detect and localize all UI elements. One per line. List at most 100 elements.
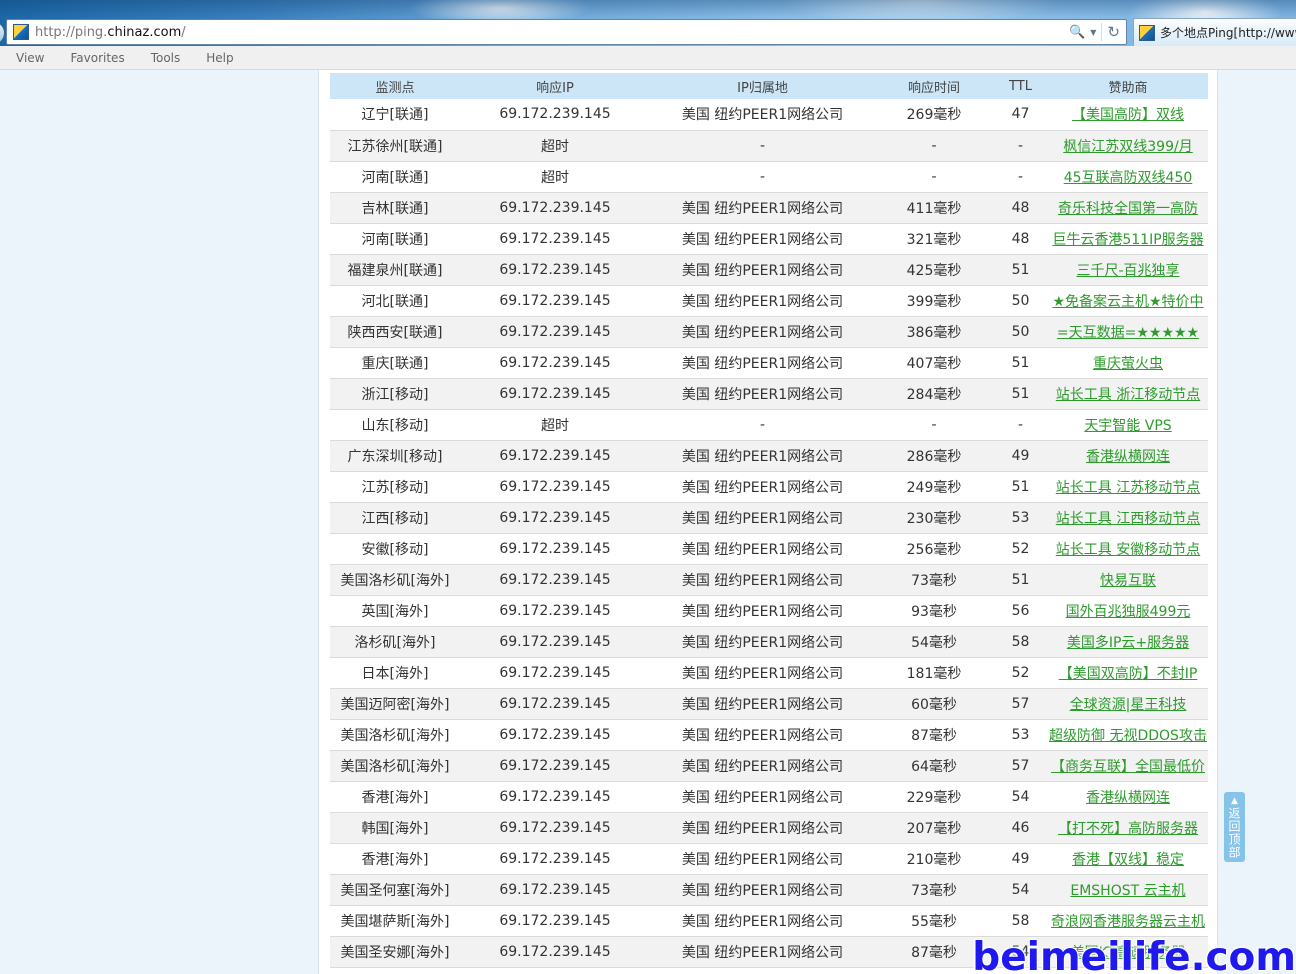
- sponsor-link[interactable]: 【打不死】高防服务器: [1058, 821, 1198, 837]
- site-favicon: [13, 24, 29, 40]
- cell-ttl: 57: [993, 688, 1048, 719]
- cell-response-time: 411毫秒: [875, 192, 993, 223]
- sponsor-link[interactable]: 【美国双高防】不封IP: [1059, 666, 1198, 682]
- cell-ttl: 56: [993, 595, 1048, 626]
- cell-response-ip: 69.172.239.145: [460, 192, 650, 223]
- url-text[interactable]: http://ping.chinaz.com/: [35, 25, 1063, 40]
- cell-timeout: 超时: [460, 130, 650, 161]
- cell-response-ip: 69.172.239.145: [460, 533, 650, 564]
- sponsor-link[interactable]: 三千尺-百兆独享: [1076, 263, 1179, 279]
- cell-ip-location: 美国 纽约PEER1网络公司: [650, 440, 875, 471]
- sponsor-link[interactable]: 快易互联: [1100, 573, 1156, 589]
- sponsor-link[interactable]: 超级防御 无视DDOS攻击: [1049, 728, 1207, 744]
- menu-tools[interactable]: Tools: [151, 51, 181, 65]
- menu-help[interactable]: Help: [206, 51, 233, 65]
- cell-ttl: -: [993, 161, 1048, 192]
- sponsor-link[interactable]: 香港纵横网连: [1086, 449, 1170, 465]
- refresh-icon[interactable]: ↻: [1107, 23, 1120, 41]
- sponsor-link[interactable]: 国外百兆独服499元: [1066, 604, 1191, 620]
- cell-response-time: 230毫秒: [875, 502, 993, 533]
- cell-sponsor: 奇浪网香港服务器云主机: [1048, 905, 1208, 936]
- sponsor-link[interactable]: 香港【双线】稳定: [1072, 852, 1184, 868]
- cell-ip-location: 美国 纽约PEER1网络公司: [650, 316, 875, 347]
- cell-ip-location: 美国 纽约PEER1网络公司: [650, 533, 875, 564]
- address-bar[interactable]: http://ping.chinaz.com/ 🔍 ▼ ↻: [6, 19, 1127, 45]
- sponsor-link[interactable]: 全球资源|星王科技: [1070, 697, 1187, 713]
- cell-monitor-point: 香港[海外]: [330, 843, 460, 874]
- back-to-top-button[interactable]: ▲ 返回顶部: [1224, 792, 1245, 862]
- sponsor-link[interactable]: 站长工具 安徽移动节点: [1056, 542, 1200, 558]
- url-prefix: http://ping.: [35, 25, 107, 40]
- cell-ttl: 51: [993, 347, 1048, 378]
- cell-response-ip: 69.172.239.145: [460, 347, 650, 378]
- cell-response-ip: 69.172.239.145: [460, 316, 650, 347]
- cell-ip-location: 美国 纽约PEER1网络公司: [650, 564, 875, 595]
- cell-monitor-point: 河南[联通]: [330, 223, 460, 254]
- sponsor-link[interactable]: 【美国高防】双线: [1072, 107, 1184, 123]
- search-icon[interactable]: 🔍: [1069, 25, 1085, 40]
- table-header-row: 监测点响应IPIP归属地响应时间TTL赞助商: [330, 73, 1208, 99]
- cell-ttl: 51: [993, 471, 1048, 502]
- cell-monitor-point: 美国洛杉矶[海外]: [330, 564, 460, 595]
- sponsor-link[interactable]: 重庆萤火虫: [1093, 356, 1163, 372]
- sponsor-link[interactable]: 美国多IP云+服务器: [1067, 635, 1189, 651]
- table-row: 浙江[移动]69.172.239.145美国 纽约PEER1网络公司284毫秒5…: [330, 378, 1208, 409]
- cell-response-time: 73毫秒: [875, 874, 993, 905]
- cell-response-ip: 69.172.239.145: [460, 781, 650, 812]
- cell-ip-location: 美国 纽约PEER1网络公司: [650, 254, 875, 285]
- cell-sponsor: 站长工具 江苏移动节点: [1048, 471, 1208, 502]
- sponsor-link[interactable]: 45互联高防双线450: [1064, 170, 1193, 186]
- cell-sponsor: 站长工具 安徽移动节点: [1048, 533, 1208, 564]
- table-row: 吉林[联通]69.172.239.145美国 纽约PEER1网络公司411毫秒4…: [330, 192, 1208, 223]
- cell-response-time: 399毫秒: [875, 285, 993, 316]
- cell-ttl: 49: [993, 440, 1048, 471]
- cell-response-time: 286毫秒: [875, 440, 993, 471]
- cell-ttl: 49: [993, 843, 1048, 874]
- sponsor-link[interactable]: 天宇智能 VPS: [1084, 418, 1171, 434]
- sponsor-link[interactable]: 奇乐科技全国第一高防: [1058, 201, 1198, 217]
- cell-ip-location: 美国 纽约PEER1网络公司: [650, 967, 875, 974]
- cell-response-time: 269毫秒: [875, 99, 993, 130]
- menu-favorites[interactable]: Favorites: [70, 51, 124, 65]
- cell-monitor-point: 美国圣安娜[海外]: [330, 936, 460, 967]
- cell-response-ip: 69.172.239.145: [460, 812, 650, 843]
- sponsor-link[interactable]: ★免备案云主机★特价中: [1052, 294, 1203, 310]
- cell-ttl: 58: [993, 626, 1048, 657]
- sponsor-link[interactable]: 站长工具 江西移动节点: [1056, 511, 1200, 527]
- menu-view[interactable]: View: [16, 51, 44, 65]
- cell-response-ip: 69.172.239.145: [460, 874, 650, 905]
- sponsor-link[interactable]: 巨牛云香港511IP服务器: [1052, 232, 1203, 248]
- table-row: 重庆[联通]69.172.239.145美国 纽约PEER1网络公司407毫秒5…: [330, 347, 1208, 378]
- cell-response-ip: 69.172.239.145: [460, 223, 650, 254]
- browser-tab[interactable]: 多个地点Ping[http://www.: [1133, 18, 1296, 46]
- cell-sponsor: 巨牛云香港511IP服务器: [1048, 223, 1208, 254]
- cell-sponsor: 45互联高防双线450: [1048, 161, 1208, 192]
- cell-sponsor: 天宇智能 VPS: [1048, 409, 1208, 440]
- sponsor-link[interactable]: 站长工具 浙江移动节点: [1056, 387, 1200, 403]
- cell-monitor-point: 辽宁[联通]: [330, 99, 460, 130]
- table-row: 洛杉矶[海外]69.172.239.145美国 纽约PEER1网络公司54毫秒5…: [330, 626, 1208, 657]
- search-dropdown-caret-icon[interactable]: ▼: [1090, 28, 1096, 37]
- sponsor-link[interactable]: 枫信江苏双线399/月: [1063, 139, 1192, 155]
- cell-ttl: 53: [993, 502, 1048, 533]
- divider: [1101, 23, 1102, 41]
- sponsor-link[interactable]: 站长工具 江苏移动节点: [1056, 480, 1200, 496]
- cell-ip-location: 美国 纽约PEER1网络公司: [650, 781, 875, 812]
- sponsor-link[interactable]: 【商务互联】全国最低价: [1051, 759, 1205, 775]
- cell-response-ip: 69.172.239.145: [460, 285, 650, 316]
- cell-ttl: 53: [993, 719, 1048, 750]
- sponsor-link[interactable]: 奇浪网香港服务器云主机: [1051, 914, 1205, 930]
- cell-response-time: 229毫秒: [875, 781, 993, 812]
- cell-response-ip: 69.172.239.145: [460, 750, 650, 781]
- cell-monitor-point: 美国堪萨斯[海外]: [330, 905, 460, 936]
- url-domain: chinaz.com: [107, 25, 181, 40]
- sponsor-link[interactable]: 香港纵横网连: [1086, 790, 1170, 806]
- cell-ttl: -: [993, 130, 1048, 161]
- cell-ttl: 51: [993, 378, 1048, 409]
- column-header-1: 响应IP: [460, 73, 650, 99]
- cell-sponsor: =天互数据=★★★★★: [1048, 316, 1208, 347]
- up-arrow-icon: ▲: [1231, 796, 1238, 806]
- cell-response-time: 207毫秒: [875, 812, 993, 843]
- sponsor-link[interactable]: EMSHOST 云主机: [1070, 883, 1185, 899]
- sponsor-link[interactable]: =天互数据=★★★★★: [1057, 325, 1199, 341]
